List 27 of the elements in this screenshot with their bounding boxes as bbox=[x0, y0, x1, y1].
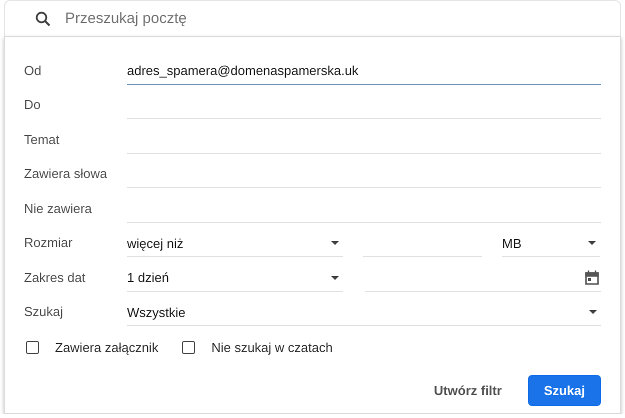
caret-icon bbox=[588, 241, 596, 245]
field-label: Zakres dat bbox=[24, 270, 86, 286]
caret-icon bbox=[589, 310, 597, 314]
search-button[interactable]: Szukaj bbox=[528, 375, 601, 406]
dropdown[interactable]: więcej niż bbox=[127, 235, 343, 257]
field-label: Szukaj bbox=[24, 304, 64, 321]
calendar-icon[interactable] bbox=[585, 270, 599, 285]
date-field[interactable] bbox=[365, 270, 601, 292]
checkbox-label: Zawiera załącznik bbox=[55, 340, 158, 355]
search-bar[interactable]: Przeszukaj pocztę bbox=[4, 0, 621, 36]
caret-icon bbox=[331, 276, 339, 280]
field-label: Nie zawiera bbox=[24, 200, 93, 218]
checkbox[interactable] bbox=[182, 341, 196, 354]
field-label: Do bbox=[24, 97, 42, 114]
create-filter-button[interactable]: Utwórz filtr bbox=[434, 375, 502, 406]
search-icon[interactable] bbox=[35, 10, 51, 26]
field-label: Rozmiar bbox=[24, 235, 74, 252]
field-label: Zawiera słowa bbox=[24, 166, 108, 183]
field-label: Temat bbox=[24, 132, 60, 148]
caret-icon bbox=[331, 241, 339, 245]
dropdown[interactable]: Wszystkie bbox=[127, 304, 601, 326]
input-field[interactable]: adres_spamera@domenaspamerska.uk bbox=[127, 62, 601, 84]
dropdown[interactable]: 1 dzień bbox=[127, 270, 343, 292]
checkbox[interactable] bbox=[26, 341, 39, 354]
field-label: Od bbox=[24, 62, 42, 80]
dropdown[interactable]: MB bbox=[502, 235, 600, 257]
checkbox-label: Nie szukaj w czatach bbox=[211, 340, 333, 355]
